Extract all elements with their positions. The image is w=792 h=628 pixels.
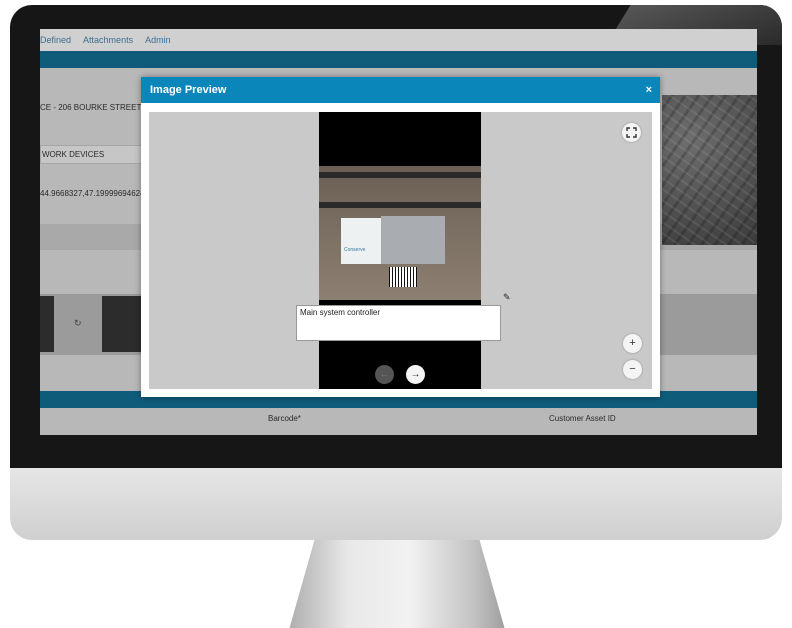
- monitor-stand: [289, 540, 505, 628]
- edit-icon[interactable]: ✎: [503, 292, 511, 303]
- rotate-icon[interactable]: ↻: [74, 318, 82, 329]
- barcode-column: Barcode*: [268, 414, 301, 423]
- customer-asset-id-column: Customer Asset ID: [549, 414, 616, 423]
- din-rail: [319, 202, 481, 208]
- photo-column: Conserve ← →: [319, 112, 481, 389]
- address-text: CE - 206 BOURKE STREET L: [40, 103, 148, 112]
- device-type-field[interactable]: WORK DEVICES: [40, 145, 147, 164]
- satellite-map[interactable]: [662, 95, 757, 245]
- thumbnail[interactable]: [102, 296, 142, 352]
- nav-tab-admin[interactable]: Admin: [145, 35, 171, 45]
- modal-title: Image Preview: [150, 84, 227, 96]
- nav-tab-defined[interactable]: Defined: [40, 35, 71, 45]
- device-module: [341, 218, 381, 264]
- zoom-out-button[interactable]: −: [623, 360, 642, 379]
- header-bar: [40, 51, 757, 68]
- image-preview-modal: Image Preview × Conserve ← → Main system…: [141, 77, 660, 397]
- previous-arrow-icon[interactable]: ←: [375, 365, 394, 384]
- device-brand-label: Conserve: [344, 247, 366, 253]
- device-photo: Conserve: [319, 166, 481, 300]
- fullscreen-icon[interactable]: [622, 123, 641, 142]
- device-barcode: [389, 267, 417, 287]
- next-arrow-icon[interactable]: →: [406, 365, 425, 384]
- caption-field[interactable]: Main system controller: [296, 305, 501, 341]
- nav-tab-attachments[interactable]: Attachments: [83, 35, 133, 45]
- zoom-in-button[interactable]: +: [623, 334, 642, 353]
- image-viewer: Conserve ← → Main system controller ✎ + …: [149, 112, 652, 389]
- section-label: WORK DEVICES: [42, 150, 105, 159]
- device-module: [381, 216, 445, 264]
- modal-header: Image Preview ×: [141, 77, 660, 103]
- close-button[interactable]: ×: [646, 77, 652, 103]
- thumbnail[interactable]: [40, 296, 54, 352]
- coordinates-text: 44.9668327,47.19999694624: [40, 189, 145, 198]
- top-nav: Defined Attachments Admin: [40, 29, 757, 51]
- screen: Defined Attachments Admin CE - 206 BOURK…: [40, 29, 757, 435]
- monitor-chin: [10, 468, 782, 540]
- din-rail: [319, 172, 481, 178]
